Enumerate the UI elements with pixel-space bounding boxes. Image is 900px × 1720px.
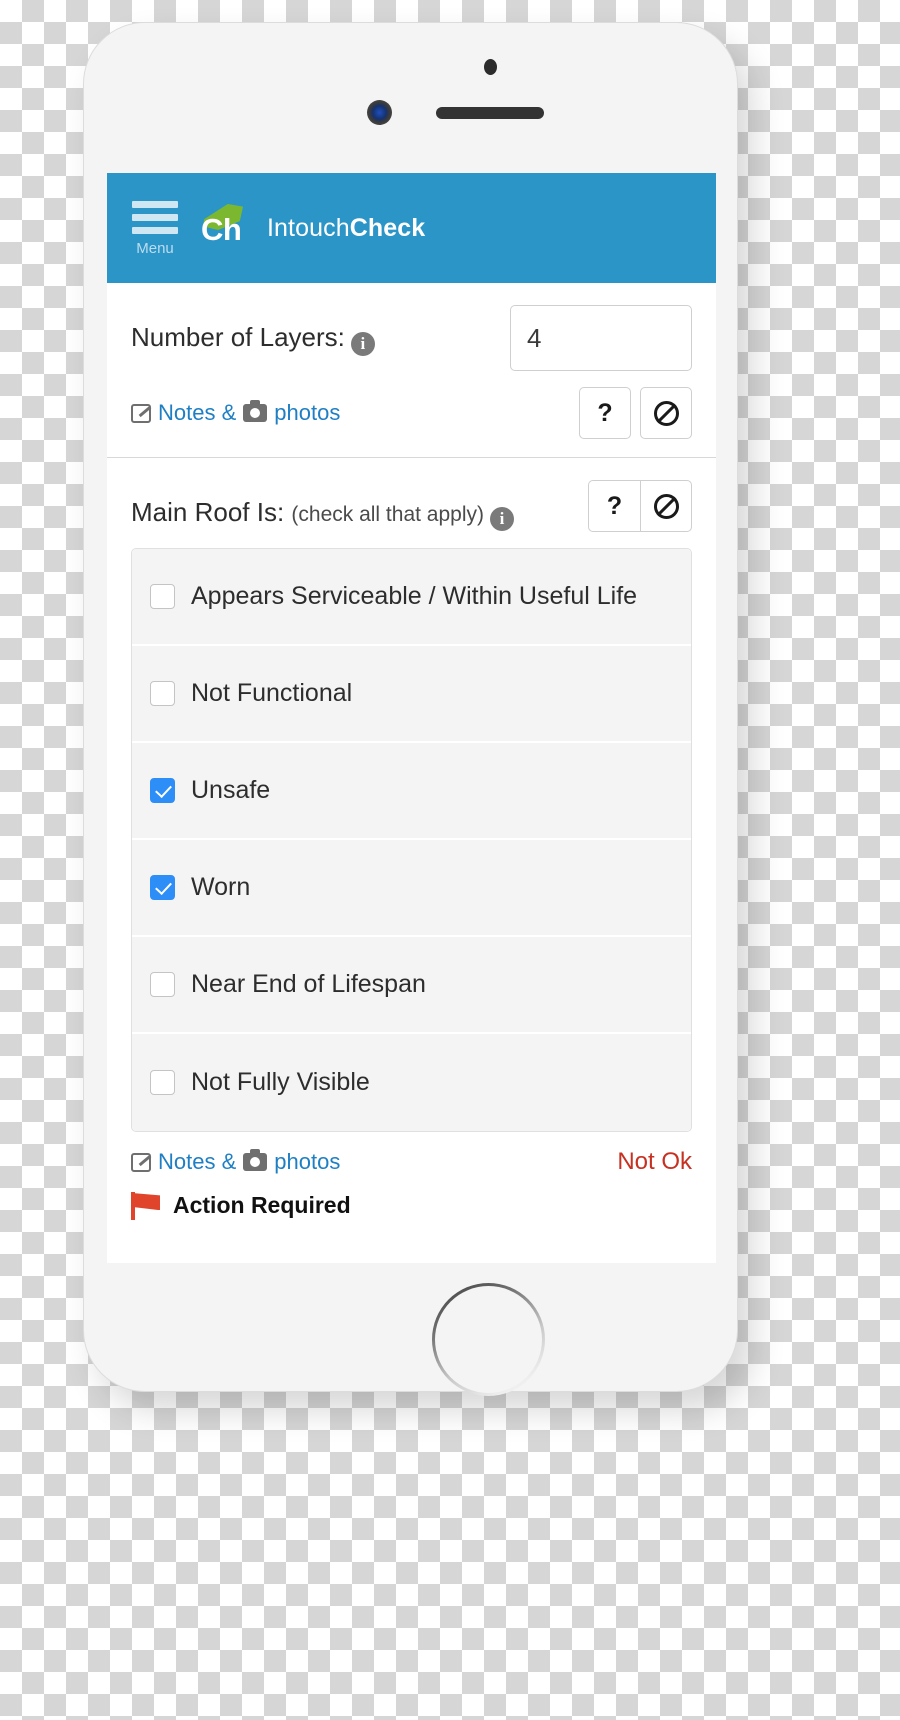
number-of-layers-input[interactable]: [510, 305, 692, 371]
checkbox-unchecked-icon[interactable]: [150, 681, 175, 707]
phone-device: Menu Ch IntouchCheck Number of Layers:i: [83, 22, 738, 1393]
checkbox-option-item[interactable]: Not Fully Visible: [132, 1034, 691, 1132]
section-footer: Notes & photos ?: [131, 387, 692, 439]
action-required-row: Action Required: [131, 1190, 692, 1221]
notes-and-photos-link[interactable]: Notes & photos: [131, 400, 340, 426]
brand-suffix: Check: [349, 213, 426, 242]
intouchcheck-logo-icon: Ch: [197, 202, 249, 254]
question-hint: (check all that apply): [291, 503, 484, 526]
checkbox-checked-icon[interactable]: [150, 778, 175, 804]
status-badge: Not Ok: [617, 1148, 692, 1176]
help-button[interactable]: ?: [588, 480, 640, 532]
question-label: Number of Layers: i: [131, 305, 496, 357]
notes-label: Notes &: [158, 400, 237, 425]
menu-button[interactable]: Menu: [127, 200, 183, 257]
section-footer: Notes & photos Not Ok: [131, 1148, 692, 1176]
not-applicable-button[interactable]: [640, 387, 692, 439]
help-button[interactable]: ?: [579, 387, 631, 439]
checkbox-option-item[interactable]: Unsafe: [132, 743, 691, 841]
action-button-group: ?: [588, 480, 692, 532]
front-camera-icon: [367, 100, 392, 125]
checkbox-unchecked-icon[interactable]: [150, 584, 175, 610]
info-icon[interactable]: i: [350, 332, 375, 356]
checkbox-option-label: Near End of Lifespan: [191, 970, 426, 999]
question-text: Main Roof Is:: [131, 497, 285, 527]
phone-screen: Menu Ch IntouchCheck Number of Layers:i: [107, 173, 716, 1263]
menu-button-label: Menu: [136, 239, 174, 257]
checkbox-option-label: Worn: [191, 873, 251, 902]
checkbox-option-item[interactable]: Appears Serviceable / Within Useful Life: [132, 549, 691, 647]
question-text: Number of Layers:: [131, 322, 345, 352]
action-required-label: Action Required: [173, 1191, 351, 1218]
pencil-icon: [131, 403, 151, 423]
photos-label: photos: [274, 400, 341, 425]
pencil-icon: [131, 1152, 151, 1172]
checkbox-option-item[interactable]: Near End of Lifespan: [132, 937, 691, 1035]
checkbox-option-label: Unsafe: [191, 776, 271, 805]
camera-icon: [243, 1149, 268, 1172]
checkbox-option-label: Not Fully Visible: [191, 1068, 370, 1097]
camera-icon: [243, 400, 268, 422]
checkbox-checked-icon[interactable]: [150, 875, 175, 901]
not-applicable-button[interactable]: [640, 480, 692, 532]
question-row: Number of Layers: i: [131, 305, 692, 371]
notes-label: Notes &: [158, 1149, 237, 1175]
hamburger-icon: [132, 200, 178, 240]
app-title: IntouchCheck: [267, 214, 425, 243]
checkbox-unchecked-icon[interactable]: [150, 972, 175, 998]
logo-ch-text: Ch: [201, 212, 242, 247]
checkbox-option-item[interactable]: Worn: [132, 840, 691, 938]
info-icon[interactable]: i: [490, 507, 514, 531]
checkbox-option-label: Not Functional: [191, 679, 353, 708]
earpiece-speaker-icon: [436, 107, 544, 119]
photos-label: photos: [274, 1149, 341, 1175]
flag-icon: [131, 1190, 161, 1221]
notes-and-photos-link[interactable]: Notes & photos: [131, 1149, 340, 1175]
app-header: Menu Ch IntouchCheck: [107, 173, 716, 283]
ban-icon: [653, 400, 679, 426]
home-button[interactable]: [432, 1283, 545, 1396]
ban-icon: [653, 493, 679, 519]
question-section-number-of-layers: Number of Layers:i Notes & photos ?: [107, 283, 716, 458]
brand-prefix: Intouch: [267, 213, 350, 242]
checkbox-option-label: Appears Serviceable / Within Useful Life: [191, 582, 638, 611]
action-button-group: ?: [579, 387, 692, 439]
proximity-sensor-icon: [484, 59, 497, 75]
question-section-main-roof-is: Main Roof Is: (check all that apply) i ? …: [107, 458, 716, 1239]
checkbox-option-list: Appears Serviceable / Within Useful Life…: [131, 548, 692, 1133]
question-label: Main Roof Is: (check all that apply) i: [131, 480, 574, 532]
question-row: Main Roof Is: (check all that apply) i ?: [131, 480, 692, 532]
checkbox-option-item[interactable]: Not Functional: [132, 646, 691, 744]
checkbox-unchecked-icon[interactable]: [150, 1070, 175, 1096]
